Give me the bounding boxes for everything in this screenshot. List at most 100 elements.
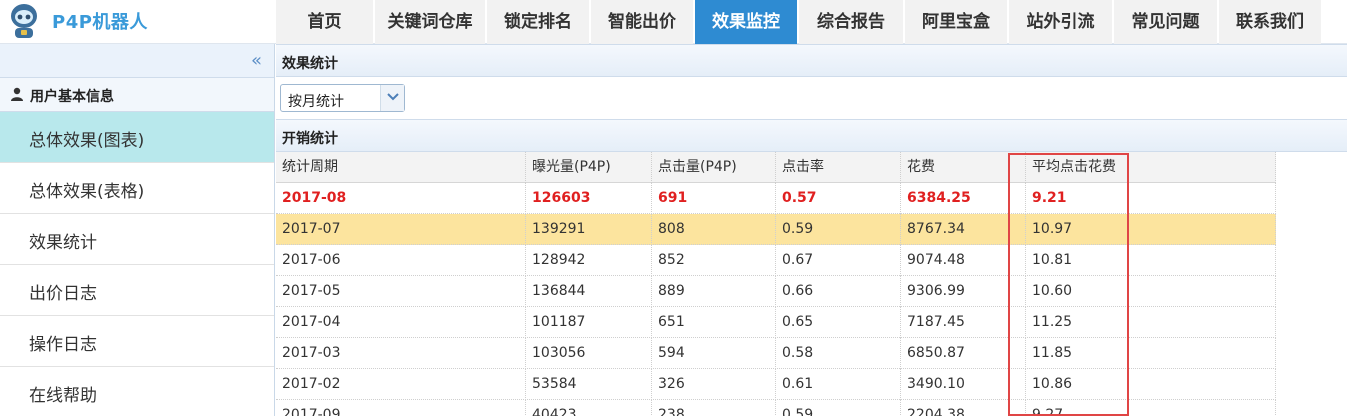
table-cell: 11.85 xyxy=(1026,338,1276,369)
table-cell: 10.60 xyxy=(1026,276,1276,307)
table-cell: 9.21 xyxy=(1026,183,1276,214)
main-content: 效果统计 按月统计 开销统计 统计周期 曝光量(P4P) 点击量(P4P) 点击率 花费… xyxy=(276,44,1347,416)
nav-tab-7[interactable]: 站外引流 xyxy=(1009,0,1112,44)
table-title: 开销统计 xyxy=(282,131,338,147)
table-cell: 3490.10 xyxy=(901,369,1026,400)
table-cell: 101187 xyxy=(526,307,652,338)
table-cell: 0.58 xyxy=(776,338,901,369)
robot-logo-icon xyxy=(11,4,37,38)
nav-tab-3[interactable]: 智能出价 xyxy=(591,0,693,44)
sidebar-item-0[interactable]: 总体效果(图表) xyxy=(0,112,274,163)
period-select[interactable]: 按月统计 xyxy=(280,84,405,112)
table-cell: 103056 xyxy=(526,338,652,369)
table-row: 2017-04 101187 651 0.65 7187.45 11.25 xyxy=(276,307,1276,338)
table-cell: 10.97 xyxy=(1026,214,1276,245)
table-row: 2017-08 126603 691 0.57 6384.25 9.21 xyxy=(276,183,1276,214)
table-cell: 808 xyxy=(652,214,776,245)
nav-tab-4[interactable]: 效果监控 xyxy=(695,0,797,44)
table-cell: 2017-02 xyxy=(276,369,526,400)
table-cell: 8767.34 xyxy=(901,214,1026,245)
period-select-value: 按月统计 xyxy=(288,94,344,110)
table-cell: 2017-09 xyxy=(276,400,526,416)
user-icon xyxy=(11,87,23,101)
table-cell: 9074.48 xyxy=(901,245,1026,276)
table-cell: 0.59 xyxy=(776,400,901,416)
table-cell: 136844 xyxy=(526,276,652,307)
section-title: 效果统计 xyxy=(282,56,338,72)
table-cell: 6850.87 xyxy=(901,338,1026,369)
nav-tab-0[interactable]: 首页 xyxy=(276,0,373,44)
table-cell: 139291 xyxy=(526,214,652,245)
table-cell: 11.25 xyxy=(1026,307,1276,338)
table-cell: 594 xyxy=(652,338,776,369)
table-cell: 7187.45 xyxy=(901,307,1026,338)
sidebar-item-4[interactable]: 操作日志 xyxy=(0,316,274,367)
double-chevron-left-icon[interactable]: « xyxy=(251,50,262,71)
table-cell: 2017-06 xyxy=(276,245,526,276)
table-cell: 126603 xyxy=(526,183,652,214)
table-cell: 9306.99 xyxy=(901,276,1026,307)
sidebar-header: 用户基本信息 xyxy=(0,78,274,112)
top-bar: P4P机器人 首页 关键词仓库 锁定排名 智能出价 效果监控 综合报告 阿里宝盒 站外引流 常见… xyxy=(0,0,1347,44)
table-cell: 889 xyxy=(652,276,776,307)
table-cell: 0.66 xyxy=(776,276,901,307)
column-header: 点击量(P4P) xyxy=(652,152,776,183)
section-header-cost-stats: 开销统计 xyxy=(276,119,1347,152)
sidebar-item-2[interactable]: 效果统计 xyxy=(0,214,274,265)
table-cell: 10.86 xyxy=(1026,369,1276,400)
logo[interactable]: P4P机器人 xyxy=(4,0,274,44)
sidebar-collapse-bar: « xyxy=(0,44,274,78)
table-cell: 651 xyxy=(652,307,776,338)
filter-row: 按月统计 xyxy=(276,77,1347,119)
table-cell: 0.67 xyxy=(776,245,901,276)
column-header: 平均点击花费 xyxy=(1026,152,1276,183)
sidebar: « 用户基本信息 总体效果(图表) 总体效果(表格) 效果统计出价日志操作日志在线帮… xyxy=(0,44,275,416)
chevron-down-icon[interactable] xyxy=(380,85,404,111)
sidebar-item-label: 操作日志 xyxy=(29,335,97,355)
table-cell: 326 xyxy=(652,369,776,400)
sidebar-item-label: 总体效果(图表) xyxy=(29,131,145,151)
nav-tab-6[interactable]: 阿里宝盒 xyxy=(905,0,1007,44)
sidebar-item-label: 效果统计 xyxy=(29,233,97,253)
table-cell: 0.59 xyxy=(776,214,901,245)
table-cell: 2204.38 xyxy=(901,400,1026,416)
column-header: 统计周期 xyxy=(276,152,526,183)
nav-tab-1[interactable]: 关键词仓库 xyxy=(375,0,485,44)
nav-tab-5[interactable]: 综合报告 xyxy=(799,0,903,44)
table-row: 2017-07 139291 808 0.59 8767.34 10.97 xyxy=(276,214,1276,245)
table-cell: 6384.25 xyxy=(901,183,1026,214)
table-cell: 2017-03 xyxy=(276,338,526,369)
table-header-row: 统计周期 曝光量(P4P) 点击量(P4P) 点击率 花费 平均点击花费 xyxy=(276,152,1276,183)
table-cell: 53584 xyxy=(526,369,652,400)
sidebar-item-label: 总体效果(表格) xyxy=(29,182,145,202)
table-cell: 238 xyxy=(652,400,776,416)
table-cell: 2017-07 xyxy=(276,214,526,245)
table-row: 2017-03 103056 594 0.58 6850.87 11.85 xyxy=(276,338,1276,369)
column-header: 花费 xyxy=(901,152,1026,183)
table-row: 2017-05 136844 889 0.66 9306.99 10.60 xyxy=(276,276,1276,307)
table-cell: 0.57 xyxy=(776,183,901,214)
sidebar-item-label: 在线帮助 xyxy=(29,386,97,406)
table-row: 2017-02 53584 326 0.61 3490.10 10.86 xyxy=(276,369,1276,400)
nav-tab-2[interactable]: 锁定排名 xyxy=(487,0,589,44)
table-cell: 2017-05 xyxy=(276,276,526,307)
table-cell: 9.27 xyxy=(1026,400,1276,416)
nav-tab-8[interactable]: 常见问题 xyxy=(1114,0,1217,44)
table-cell: 2017-08 xyxy=(276,183,526,214)
table-cell: 128942 xyxy=(526,245,652,276)
table-row: 2017-09 40423 238 0.59 2204.38 9.27 xyxy=(276,400,1276,416)
table-cell: 691 xyxy=(652,183,776,214)
sidebar-item-label: 出价日志 xyxy=(29,284,97,304)
sidebar-item-1[interactable]: 总体效果(表格) xyxy=(0,163,274,214)
table-cell: 10.81 xyxy=(1026,245,1276,276)
table-row: 2017-06 128942 852 0.67 9074.48 10.81 xyxy=(276,245,1276,276)
logo-text: P4P机器人 xyxy=(52,12,148,33)
section-header-effect-stats: 效果统计 xyxy=(276,44,1347,77)
table-cell: 0.65 xyxy=(776,307,901,338)
table-cell: 2017-04 xyxy=(276,307,526,338)
table-cell: 852 xyxy=(652,245,776,276)
sidebar-item-3[interactable]: 出价日志 xyxy=(0,265,274,316)
column-header: 曝光量(P4P) xyxy=(526,152,652,183)
nav-tab-9[interactable]: 联系我们 xyxy=(1219,0,1321,44)
sidebar-item-5[interactable]: 在线帮助 xyxy=(0,367,274,416)
